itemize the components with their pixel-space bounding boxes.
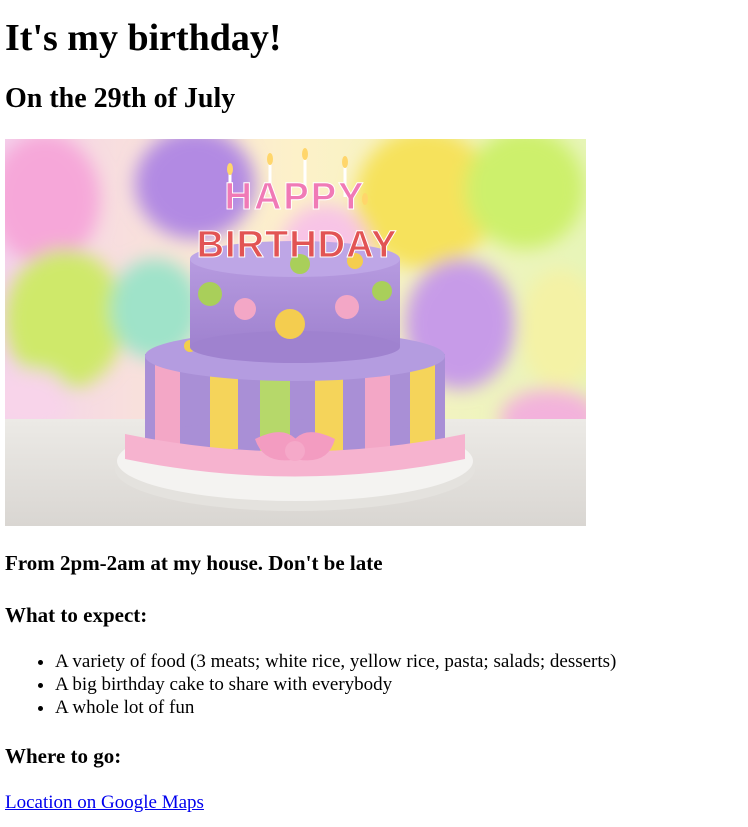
page-title: It's my birthday! [5,17,282,59]
where-heading: Where to go: [5,744,122,768]
birthday-cake-image: HAPPY BIRTHDAY [5,139,586,526]
event-date: On the 29th of July [5,83,236,114]
list-item: A whole lot of fun [55,696,743,719]
event-time-location: From 2pm-2am at my house. Don't be late [5,551,383,575]
expect-heading: What to expect: [5,603,148,627]
google-maps-link[interactable]: Location on Google Maps [5,791,204,815]
cake-topper-birthday: BIRTHDAY [197,224,398,266]
expect-list: A variety of food (3 meats; white rice, … [5,650,743,719]
cake-topper-happy: HAPPY [225,176,366,218]
list-item: A big birthday cake to share with everyb… [55,673,743,696]
list-item: A variety of food (3 meats; white rice, … [55,650,743,673]
